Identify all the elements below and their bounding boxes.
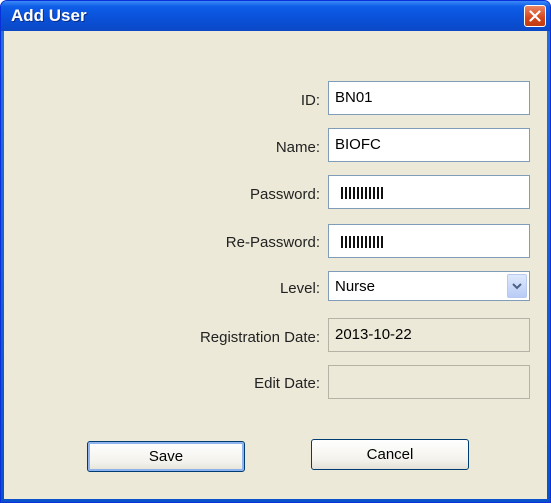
save-button[interactable]: Save (87, 441, 245, 472)
level-label: Level: (279, 280, 320, 297)
registration-date-label: Registration Date: (199, 329, 320, 346)
repassword-field[interactable] (328, 224, 530, 258)
level-select-value: Nurse (335, 278, 376, 295)
repassword-mask (341, 236, 385, 248)
registration-date-field: 2013-10-22 (328, 318, 530, 352)
chevron-down-icon (512, 283, 522, 290)
name-label: Name: (275, 139, 320, 156)
title-bar[interactable]: Add User (1, 1, 550, 31)
password-field[interactable] (328, 175, 530, 209)
password-label: Password: (249, 186, 320, 203)
level-select[interactable]: Nurse (328, 271, 530, 301)
password-mask (341, 187, 385, 199)
dropdown-button[interactable] (507, 274, 527, 298)
cancel-button[interactable]: Cancel (311, 439, 469, 470)
window-title: Add User (11, 6, 87, 25)
add-user-dialog: Add User ID: BN01 Name: BIOFC Password: … (0, 0, 551, 503)
close-button[interactable] (524, 5, 546, 27)
edit-date-field (328, 365, 530, 399)
dialog-body: ID: BN01 Name: BIOFC Password: Re-Passwo… (4, 31, 547, 499)
id-label: ID: (300, 92, 320, 109)
name-field[interactable]: BIOFC (328, 128, 530, 162)
close-icon (529, 10, 541, 22)
id-field[interactable]: BN01 (328, 81, 530, 115)
edit-date-label: Edit Date: (254, 375, 320, 392)
repassword-label: Re-Password: (225, 234, 320, 251)
